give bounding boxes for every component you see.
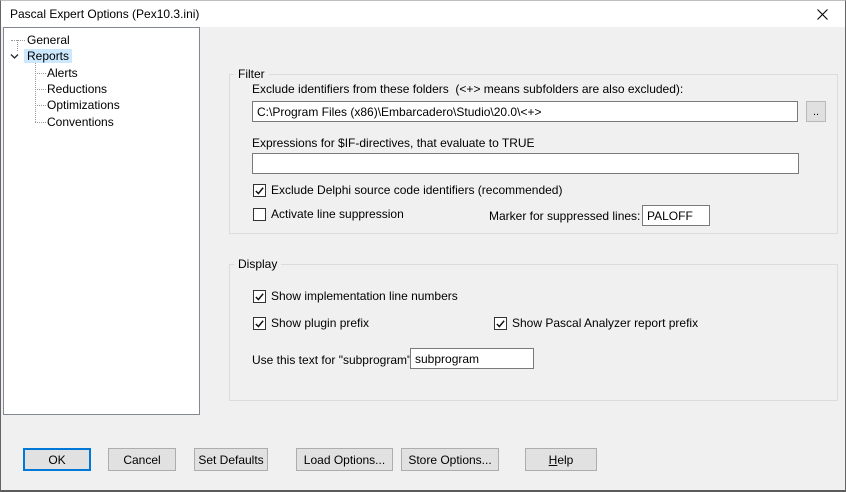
check-icon — [255, 292, 264, 301]
subprogram-text-label: Use this text for "subprogram": — [252, 353, 415, 367]
impl-line-numbers-checkbox[interactable] — [253, 289, 266, 303]
pa-report-prefix-label: Show Pascal Analyzer report prefix — [512, 316, 699, 330]
display-group-legend: Display — [234, 257, 282, 271]
tree-item-label: Conventions — [47, 115, 114, 129]
browse-folders-button[interactable]: .. — [806, 101, 826, 122]
tree-connector — [17, 40, 18, 51]
tree-connector — [11, 40, 25, 41]
tree-item-label: Reports — [24, 49, 73, 63]
marker-input[interactable] — [642, 205, 710, 226]
tree-item-reports[interactable]: Reports — [24, 49, 73, 64]
chevron-down-icon[interactable] — [9, 51, 20, 62]
tree-item-label: Reductions — [47, 82, 108, 96]
impl-line-numbers-checkbox-row[interactable]: Show implementation line numbers — [253, 289, 458, 303]
exclude-delphi-label: Exclude Delphi source code identifiers (… — [271, 183, 563, 197]
check-icon — [255, 186, 264, 195]
activate-suppression-label: Activate line suppression — [271, 207, 404, 221]
if-directives-input[interactable] — [252, 153, 799, 174]
help-button[interactable]: Help — [525, 448, 597, 471]
tree-item-optimizations[interactable]: Optimizations — [44, 98, 123, 113]
plugin-prefix-checkbox-row[interactable]: Show plugin prefix — [253, 316, 369, 330]
tree-item-general[interactable]: General — [24, 33, 73, 48]
help-button-label-rest: elp — [557, 452, 574, 467]
tree-connector — [35, 58, 36, 122]
tree-item-label: Alerts — [47, 66, 78, 80]
load-options-button[interactable]: Load Options... — [296, 448, 393, 471]
tree-item-label: Optimizations — [47, 98, 120, 112]
tree-item-alerts[interactable]: Alerts — [44, 66, 81, 81]
ok-button[interactable]: OK — [23, 448, 91, 471]
exclude-folders-label: Exclude identifiers from these folders (… — [252, 82, 684, 96]
title-bar: Pascal Expert Options (Pex10.3.ini) — [1, 1, 845, 27]
exclude-delphi-checkbox-row[interactable]: Exclude Delphi source code identifiers (… — [253, 183, 562, 197]
pa-report-prefix-checkbox-row[interactable]: Show Pascal Analyzer report prefix — [494, 316, 698, 330]
tree-item-reductions[interactable]: Reductions — [44, 82, 110, 97]
display-group: Display Show implementation line numbers… — [229, 257, 838, 401]
check-icon — [255, 319, 264, 328]
check-icon — [496, 319, 505, 328]
set-defaults-button[interactable]: Set Defaults — [194, 448, 268, 471]
close-button[interactable] — [800, 1, 845, 27]
activate-suppression-checkbox-row[interactable]: Activate line suppression — [253, 207, 404, 221]
options-tree: General Reports Alerts Reductions Optimi… — [3, 27, 200, 415]
help-button-accelerator: H — [548, 452, 558, 467]
tree-item-label: General — [27, 33, 70, 47]
exclude-delphi-checkbox[interactable] — [253, 183, 266, 197]
store-options-button[interactable]: Store Options... — [401, 448, 499, 471]
if-directives-label: Expressions for $IF-directives, that eva… — [252, 136, 535, 150]
filter-group-legend: Filter — [234, 67, 269, 81]
impl-line-numbers-label: Show implementation line numbers — [271, 289, 458, 303]
subprogram-text-input[interactable] — [410, 348, 534, 369]
close-icon — [817, 8, 828, 20]
cancel-button[interactable]: Cancel — [108, 448, 176, 471]
window-title: Pascal Expert Options (Pex10.3.ini) — [10, 7, 200, 21]
tree-item-conventions[interactable]: Conventions — [44, 115, 117, 130]
pascal-expert-options-dialog: Pascal Expert Options (Pex10.3.ini) Gene… — [0, 0, 846, 492]
plugin-prefix-checkbox[interactable] — [253, 316, 266, 330]
plugin-prefix-label: Show plugin prefix — [271, 316, 370, 330]
activate-suppression-checkbox[interactable] — [253, 207, 266, 221]
marker-label: Marker for suppressed lines: — [489, 209, 641, 223]
filter-group: Filter Exclude identifiers from these fo… — [229, 67, 838, 234]
exclude-folders-input[interactable] — [252, 101, 798, 122]
pa-report-prefix-checkbox[interactable] — [494, 316, 507, 330]
